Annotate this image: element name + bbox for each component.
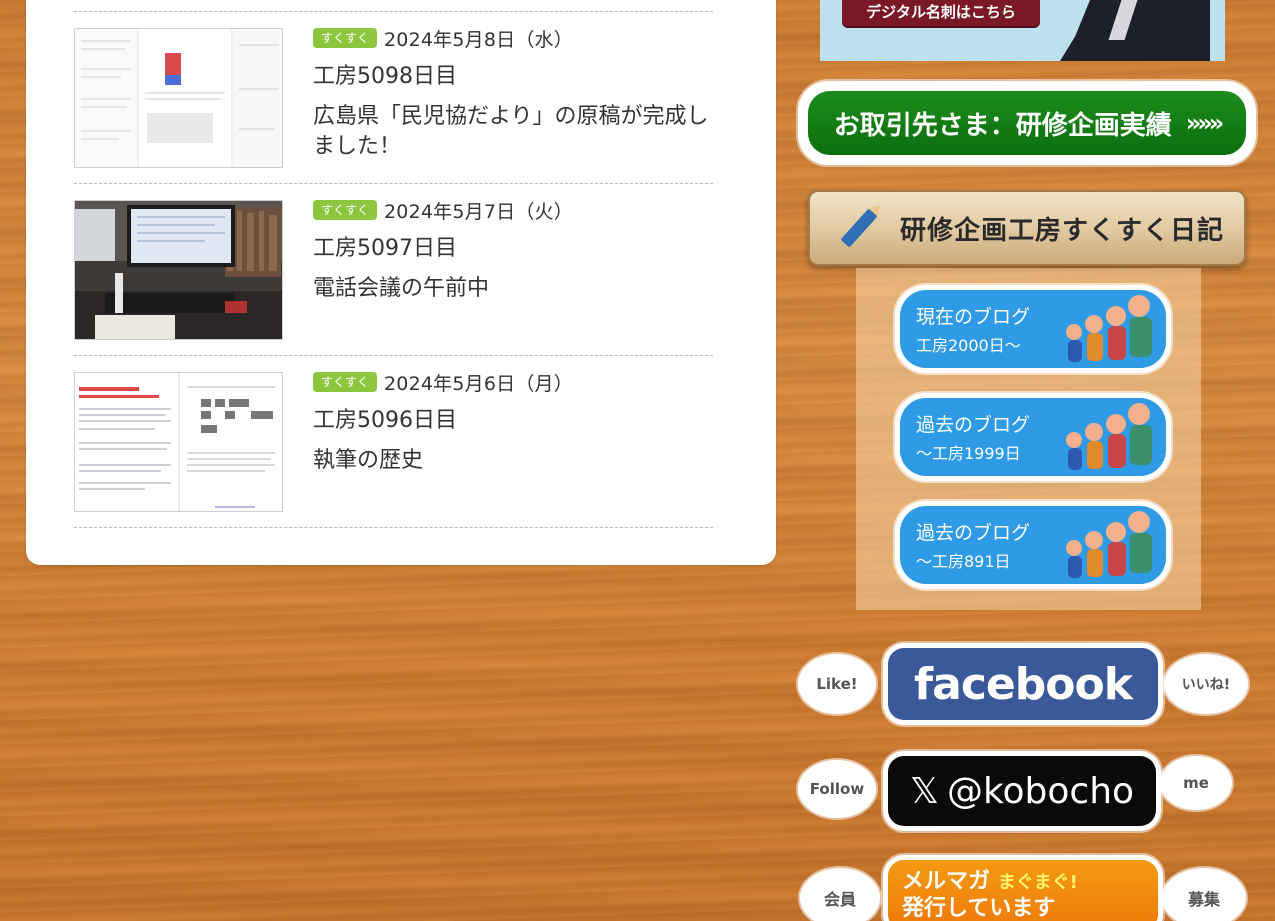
- mail-magazine-sub: 発行しています: [902, 895, 1056, 921]
- entry-title[interactable]: 電話会議の午前中: [313, 274, 713, 304]
- blog-button-range: 〜工房891日: [916, 552, 1011, 571]
- digital-card-banner[interactable]: デジタル名刺はこちら: [820, 0, 1225, 61]
- blog-button-range: 〜工房1999日: [916, 444, 1021, 463]
- entry-title[interactable]: 執筆の歴史: [313, 446, 713, 476]
- entry-date: 2024年5月8日（水）: [384, 28, 573, 51]
- category-tag[interactable]: すくすく: [313, 28, 378, 48]
- entry-thumbnail[interactable]: [74, 28, 283, 168]
- blog-entry[interactable]: すくすく 2024年5月6日（月） 工房5096日目 執筆の歴史: [74, 356, 713, 527]
- entry-day-count[interactable]: 工房5097日目: [313, 234, 713, 264]
- people-icon: [1066, 295, 1152, 362]
- entry-meta: すくすく 2024年5月8日（水） 工房5098日目 広島県「民児協だより」の原…: [313, 24, 713, 162]
- blog-button-title: 過去のブログ: [916, 522, 1031, 544]
- blog-entry[interactable]: すくすく 2024年5月7日（火） 工房5097日目 電話会議の午前中: [74, 184, 713, 355]
- person-photo: [1060, 0, 1210, 61]
- blog-links-panel: 現在のブログ 工房2000日〜 過去のブログ 〜工房1999日 過去のブログ 〜…: [856, 268, 1201, 610]
- blog-entry-list: すくすく 2024年5月8日（水） 工房5098日目 広島県「民児協だより」の原…: [74, 11, 713, 528]
- entry-thumbnail[interactable]: [74, 200, 283, 340]
- blog-button-range: 工房2000日〜: [916, 336, 1021, 355]
- entry-day-count[interactable]: 工房5096日目: [313, 406, 713, 436]
- member-bubble[interactable]: 会員: [804, 872, 876, 921]
- entry-meta: すくすく 2024年5月6日（月） 工房5096日目 執筆の歴史: [313, 368, 713, 476]
- mag2-logo: まぐまぐ!: [997, 871, 1078, 893]
- blog-button-title: 現在のブログ: [916, 306, 1031, 328]
- divider: [74, 527, 713, 528]
- mail-magazine-label: メルマガ: [902, 868, 991, 894]
- entry-thumbnail[interactable]: [74, 372, 283, 512]
- category-tag[interactable]: すくすく: [313, 200, 378, 220]
- entry-date: 2024年5月6日（月）: [384, 372, 573, 395]
- digital-card-label[interactable]: デジタル名刺はこちら: [842, 0, 1040, 26]
- diary-header[interactable]: 研修企画工房すくすく日記: [808, 190, 1246, 266]
- blog-entry[interactable]: すくすく 2024年5月8日（水） 工房5098日目 広島県「民児協だより」の原…: [74, 12, 713, 183]
- entry-date: 2024年5月7日（火）: [384, 200, 573, 223]
- people-icon: [1066, 403, 1152, 470]
- entry-title[interactable]: 広島県「民児協だより」の原稿が完成しました！: [313, 102, 713, 162]
- x-handle: @kobocho: [946, 770, 1135, 812]
- facebook-button[interactable]: facebook: [888, 648, 1158, 720]
- entry-day-count[interactable]: 工房5098日目: [313, 62, 713, 92]
- like-bubble[interactable]: Like!: [802, 658, 872, 710]
- x-follow-button[interactable]: 𝕏 @kobocho: [888, 756, 1156, 826]
- past-blog-button-891[interactable]: 過去のブログ 〜工房891日: [900, 506, 1166, 584]
- iine-bubble[interactable]: いいね!: [1168, 658, 1244, 710]
- entry-meta: すくすく 2024年5月7日（火） 工房5097日目 電話会議の午前中: [313, 196, 713, 304]
- past-blog-button-1999[interactable]: 過去のブログ 〜工房1999日: [900, 398, 1166, 476]
- mail-magazine-button[interactable]: メルマガ まぐまぐ! 発行しています: [888, 860, 1158, 921]
- chevrons-right-icon: »»»: [1185, 109, 1224, 137]
- client-results-label: お取引先さま：研修企画実績: [833, 110, 1172, 141]
- client-results-button[interactable]: お取引先さま：研修企画実績 »»»: [802, 85, 1252, 161]
- pencil-icon: [840, 208, 878, 248]
- sidebar: デジタル名刺はこちら お取引先さま：研修企画実績 »»» 研修企画工房すくすく日…: [790, 0, 1275, 921]
- x-logo-icon: 𝕏: [909, 770, 939, 812]
- recruit-bubble[interactable]: 募集: [1166, 872, 1242, 921]
- diary-title: 研修企画工房すくすく日記: [900, 215, 1225, 246]
- blog-button-title: 過去のブログ: [916, 414, 1031, 436]
- category-tag[interactable]: すくすく: [313, 372, 378, 392]
- people-icon: [1066, 511, 1152, 578]
- current-blog-button[interactable]: 現在のブログ 工房2000日〜: [900, 290, 1166, 368]
- me-bubble[interactable]: me: [1164, 760, 1228, 806]
- follow-bubble[interactable]: Follow: [802, 764, 872, 814]
